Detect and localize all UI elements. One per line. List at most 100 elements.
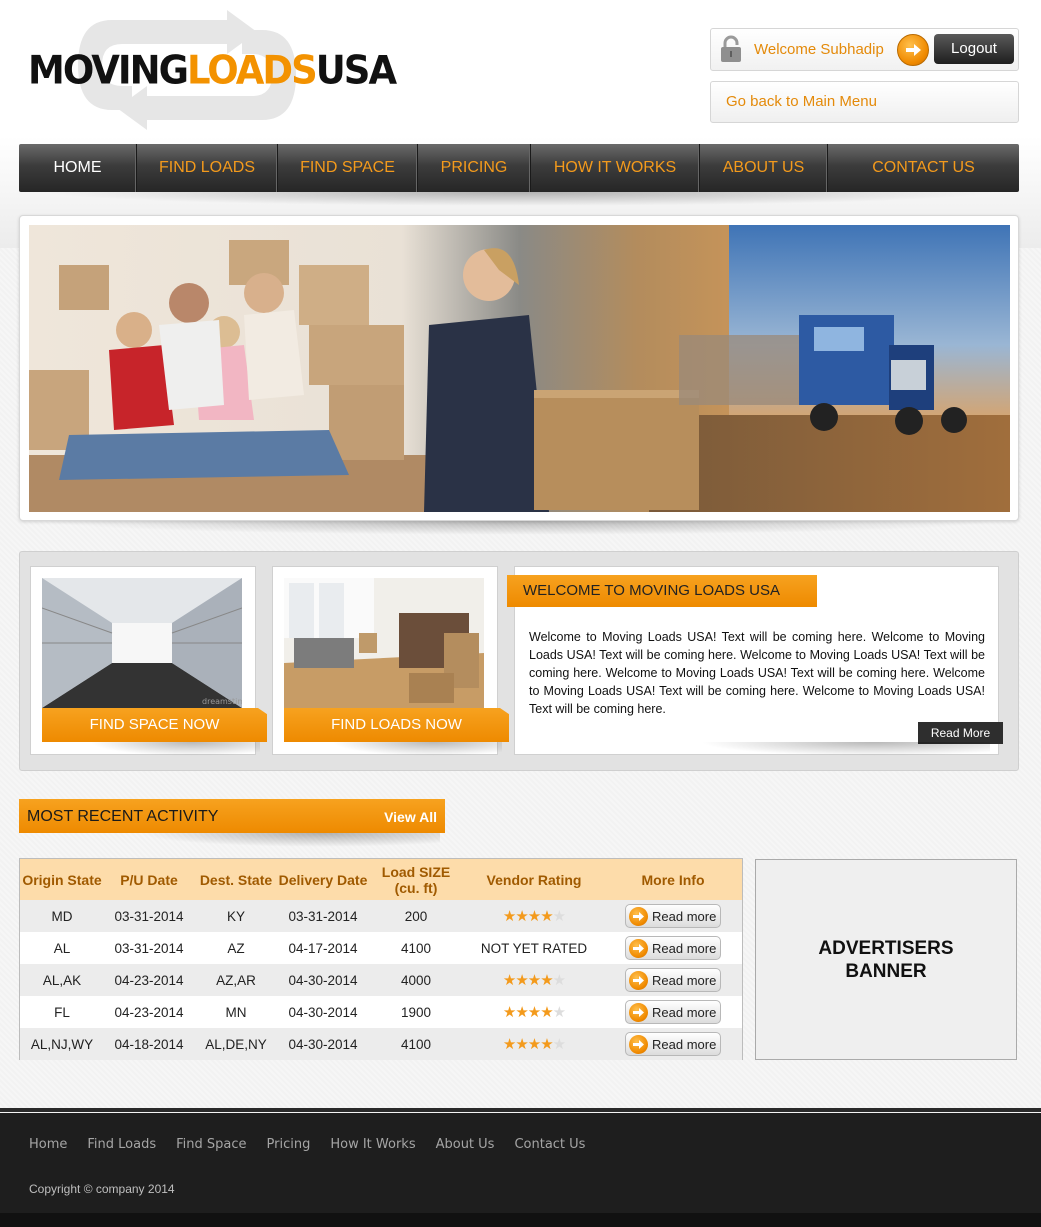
column-header: More Info — [641, 871, 705, 888]
site-logo[interactable]: MOVINGLOADSUSA — [28, 10, 397, 130]
welcome-text: Welcome to Moving Loads USA! Text will b… — [529, 630, 985, 716]
read-more-row-button[interactable]: Read more — [625, 968, 721, 992]
arrow-right-icon — [629, 971, 648, 990]
read-more-button[interactable]: Read More — [918, 722, 1003, 744]
table-cell: 4100 — [400, 1036, 432, 1052]
star-icon: ★ — [540, 1003, 553, 1021]
activity-header-shadow — [140, 833, 440, 847]
copyright-text: Copyright © company 2014 — [29, 1182, 175, 1196]
table-cell: 4000 — [400, 972, 432, 988]
vendor-rating-cell: ★★★★★ — [464, 1028, 604, 1060]
star-icon: ★ — [502, 1003, 516, 1021]
star-icon: ★ — [552, 907, 566, 925]
table-cell: 04-18-2014 — [114, 1036, 184, 1052]
table-cell: AZ,AR — [216, 972, 256, 988]
nav-about-us[interactable]: ABOUT US — [700, 144, 828, 192]
nav-contact-us[interactable]: CONTACT US — [828, 144, 1019, 192]
star-icon: ★ — [527, 1035, 541, 1053]
find-space-now-button[interactable]: FIND SPACE NOW — [42, 708, 267, 742]
vendor-rating-cell: ★★★★★ — [464, 996, 604, 1028]
card-shadow — [90, 742, 260, 756]
read-more-label: Read more — [652, 1037, 717, 1052]
card-shadow — [700, 742, 990, 756]
table-cell: 04-30-2014 — [288, 972, 358, 988]
table-cell: AL,NJ,WY — [30, 1036, 94, 1052]
hero-image — [29, 225, 1010, 512]
table-row: MD 03-31-2014 KY 03-31-2014 200 ★★★★★ Read mor… — [20, 900, 742, 932]
table-cell: AL — [53, 940, 71, 956]
star-icon: ★ — [552, 1035, 566, 1053]
vendor-rating-cell: NOT YET RATED — [480, 940, 588, 956]
arrow-right-icon — [629, 939, 648, 958]
table-cell: 04-23-2014 — [114, 1004, 184, 1020]
table-cell: 4100 — [400, 940, 432, 956]
more-info-cell: Read more — [604, 996, 742, 1028]
footer-link-find-loads[interactable]: Find Loads — [87, 1137, 156, 1152]
star-icon: ★ — [502, 971, 516, 989]
arrow-right-icon — [629, 1003, 648, 1022]
footer-link-home[interactable]: Home — [29, 1137, 67, 1152]
moving-room-image — [284, 578, 484, 708]
read-more-label: Read more — [652, 909, 717, 924]
read-more-row-button[interactable]: Read more — [625, 936, 721, 960]
table-header-row: Origin State P/U Date Dest. State Delive… — [20, 859, 742, 900]
find-space-card: dreamstime FIND SPACE NOW — [30, 566, 267, 755]
main-menu-link[interactable]: Go back to Main Menu — [710, 81, 1019, 123]
footer-divider — [0, 1108, 1041, 1112]
footer-link-about-us[interactable]: About Us — [436, 1137, 495, 1152]
user-welcome-box: Welcome Subhadip Logout — [710, 28, 1019, 71]
table-row: AL,AK 04-23-2014 AZ,AR 04-30-2014 4000 ★★★★★ R… — [20, 964, 742, 996]
star-icon: ★ — [540, 971, 553, 989]
star-icon: ★ — [515, 1003, 528, 1021]
read-more-row-button[interactable]: Read more — [625, 904, 721, 928]
table-cell: 1900 — [400, 1004, 432, 1020]
lock-icon — [719, 35, 743, 63]
nav-find-loads[interactable]: FIND LOADS — [137, 144, 278, 192]
read-more-row-button[interactable]: Read more — [625, 1000, 721, 1024]
footer-links: Home Find Loads Find Space Pricing How I… — [29, 1137, 585, 1152]
table-cell: 03-31-2014 — [114, 940, 184, 956]
nav-home[interactable]: HOME — [19, 144, 137, 192]
star-icon: ★ — [515, 971, 528, 989]
advertisers-banner[interactable]: ADVERTISERS BANNER — [755, 859, 1017, 1060]
table-cell: MD — [51, 908, 73, 924]
recent-activity-header: MOST RECENT ACTIVITY View All — [19, 799, 445, 833]
logout-button[interactable]: Logout — [934, 34, 1014, 64]
more-info-cell: Read more — [604, 964, 742, 996]
rating-stars: ★★★★★ — [502, 907, 566, 925]
read-more-label: Read more — [652, 1005, 717, 1020]
welcome-heading: WELCOME TO MOVING LOADS USA — [507, 575, 817, 607]
hero-banner — [19, 215, 1019, 521]
footer-bottom-bar — [0, 1213, 1041, 1227]
star-icon: ★ — [515, 907, 528, 925]
column-header: Load SIZE (cu. ft) — [381, 863, 451, 896]
read-more-label: Read more — [652, 973, 717, 988]
view-all-link[interactable]: View All — [384, 809, 437, 825]
star-icon: ★ — [515, 1035, 528, 1053]
table-cell: 04-30-2014 — [288, 1004, 358, 1020]
table-row: AL 03-31-2014 AZ 04-17-2014 4100 NOT YET RATE… — [20, 932, 742, 964]
welcome-user-text: Welcome Subhadip — [754, 41, 884, 58]
star-icon: ★ — [502, 907, 516, 925]
read-more-row-button[interactable]: Read more — [625, 1032, 721, 1056]
star-icon: ★ — [502, 1035, 516, 1053]
nav-pricing[interactable]: PRICING — [418, 144, 531, 192]
table-row: FL 04-23-2014 MN 04-30-2014 1900 ★★★★★ Read mo… — [20, 996, 742, 1028]
find-loads-now-button[interactable]: FIND LOADS NOW — [284, 708, 509, 742]
footer-link-pricing[interactable]: Pricing — [267, 1137, 311, 1152]
arrow-right-icon[interactable] — [897, 34, 929, 66]
arrow-right-icon — [629, 1035, 648, 1054]
table-cell: 03-31-2014 — [288, 908, 358, 924]
star-icon: ★ — [527, 1003, 541, 1021]
more-info-cell: Read more — [604, 932, 742, 964]
rating-stars: ★★★★★ — [502, 971, 566, 989]
nav-find-space[interactable]: FIND SPACE — [278, 144, 418, 192]
find-loads-card: FIND LOADS NOW — [272, 566, 509, 755]
table-cell: AL,DE,NY — [205, 1036, 267, 1052]
footer-link-how-it-works[interactable]: How It Works — [330, 1137, 415, 1152]
footer-link-contact-us[interactable]: Contact Us — [514, 1137, 585, 1152]
footer-link-find-space[interactable]: Find Space — [176, 1137, 246, 1152]
vendor-rating-cell: ★★★★★ — [464, 900, 604, 932]
nav-how-it-works[interactable]: HOW IT WORKS — [531, 144, 700, 192]
arrow-right-icon — [629, 907, 648, 926]
